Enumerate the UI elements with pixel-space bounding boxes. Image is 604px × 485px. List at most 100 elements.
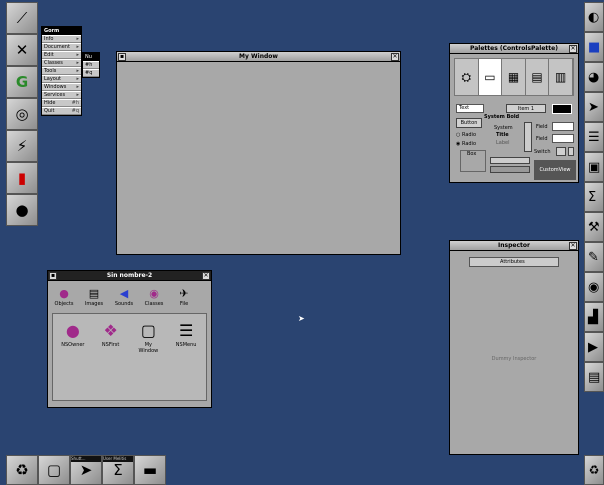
rocket-app-icon[interactable]: Shutt... ➤ bbox=[70, 455, 102, 485]
close-icon[interactable]: ✕ bbox=[569, 45, 577, 53]
terminal-app-icon[interactable]: ▬ bbox=[134, 455, 166, 485]
web-dock-icon[interactable]: ◕ bbox=[584, 62, 604, 92]
menu-item-windows[interactable]: Windows ▸ bbox=[42, 83, 81, 91]
pen-dock-icon[interactable]: ✎ bbox=[584, 242, 604, 272]
tab-sounds[interactable]: ◀ Sounds bbox=[112, 287, 136, 307]
my-window-titlebar[interactable]: ▪ My Window ✕ bbox=[117, 52, 400, 62]
window-dock-icon[interactable]: ■ bbox=[584, 32, 604, 62]
plug-dock-icon[interactable]: ⚡ bbox=[6, 130, 38, 162]
submenu-item[interactable]: #q bbox=[83, 69, 99, 77]
text-field-sample[interactable]: Text bbox=[456, 104, 484, 113]
menu-item-edit[interactable]: Edit ▸ bbox=[42, 51, 81, 59]
document-titlebar[interactable]: ▪ Sin nombre-2 ✕ bbox=[48, 271, 211, 281]
miniaturize-icon[interactable]: ▪ bbox=[118, 53, 126, 61]
submenu-item[interactable]: #h bbox=[83, 61, 99, 69]
title-label: Title bbox=[496, 132, 509, 138]
radio-sample-1[interactable]: ○ Radio bbox=[456, 132, 476, 138]
window-title: Sin nombre-2 bbox=[106, 272, 153, 279]
menu-item-label: Windows bbox=[44, 84, 67, 90]
popup-label: Attributes bbox=[500, 259, 525, 265]
user-dock-icon[interactable]: ◐ bbox=[584, 2, 604, 32]
menu-item-label: Edit bbox=[44, 52, 54, 58]
object-item-nsowner[interactable]: ● NSOwner bbox=[59, 320, 87, 394]
tools-dock-icon-2[interactable]: ⚒ bbox=[584, 212, 604, 242]
miniaturize-icon[interactable]: ▪ bbox=[49, 272, 57, 280]
player-dock-icon[interactable]: ▶ bbox=[584, 332, 604, 362]
tab-label: File bbox=[179, 301, 189, 307]
radio-label: Radio bbox=[461, 132, 477, 138]
my-window[interactable]: ▪ My Window ✕ bbox=[116, 51, 401, 255]
field-sample-2[interactable] bbox=[552, 134, 574, 143]
submenu-arrow-icon: ▸ bbox=[76, 36, 79, 42]
cd-dock-icon[interactable]: ◎ bbox=[6, 98, 38, 130]
menu-item-layout[interactable]: Layout ▸ bbox=[42, 75, 81, 83]
gorm-dock-icon[interactable]: ✕ bbox=[6, 34, 38, 66]
file-viewer-icon[interactable]: ▢ bbox=[38, 455, 70, 485]
stepper-sample[interactable] bbox=[568, 147, 574, 156]
color-well-sample[interactable] bbox=[552, 104, 572, 114]
document-window[interactable]: ▪ Sin nombre-2 ✕ ● Objects ▤ Images ◀ Sound… bbox=[47, 270, 212, 408]
containers-palette-icon[interactable]: ▥ bbox=[549, 59, 573, 95]
menu-item-classes[interactable]: Classes ▸ bbox=[42, 59, 81, 67]
recycler-right-icon[interactable]: ♻ bbox=[584, 455, 604, 485]
document-tabs: ● Objects ▤ Images ◀ Sounds ◉ Classes ✈ File bbox=[48, 281, 211, 309]
owner-icon: ● bbox=[65, 321, 80, 340]
menu-title: Gorm bbox=[42, 27, 81, 35]
tab-images[interactable]: ▤ Images bbox=[82, 287, 106, 307]
tab-classes[interactable]: ◉ Classes bbox=[142, 287, 166, 307]
sigma-app-icon[interactable]: User Melitis Σ bbox=[102, 455, 134, 485]
browser-palette-icon[interactable]: ▦ bbox=[502, 59, 526, 95]
window-icon: ▢ bbox=[140, 321, 156, 340]
tab-file[interactable]: ✈ File bbox=[172, 287, 196, 307]
shortcut-label: #h bbox=[71, 100, 79, 106]
object-item-nsfirst[interactable]: ❖ NSFirst bbox=[97, 320, 125, 394]
inspector-mode-popup[interactable]: Attributes bbox=[469, 257, 559, 267]
chart-dock-icon[interactable]: ▟ bbox=[584, 302, 604, 332]
menu-item-services[interactable]: Services ▸ bbox=[42, 91, 81, 99]
menus-palette-icon[interactable]: ⛭ bbox=[455, 59, 479, 95]
menu-item-quit[interactable]: Quit #q bbox=[42, 107, 81, 115]
radio-sample-2[interactable]: ◉ Radio bbox=[456, 141, 476, 147]
system-bold-label: System Bold bbox=[484, 114, 520, 120]
window-title: My Window bbox=[239, 53, 278, 60]
close-icon[interactable]: ✕ bbox=[569, 242, 577, 250]
box-sample[interactable]: Box bbox=[460, 150, 486, 172]
close-icon[interactable]: ✕ bbox=[391, 53, 399, 61]
menu-item-label: Quit bbox=[44, 108, 55, 114]
g-app-dock-icon[interactable]: G bbox=[6, 66, 38, 98]
field-sample-1[interactable] bbox=[552, 122, 574, 131]
tab-objects[interactable]: ● Objects bbox=[52, 287, 76, 307]
submenu-arrow-icon: ▸ bbox=[76, 60, 79, 66]
audio-dock-icon[interactable]: ◉ bbox=[584, 272, 604, 302]
object-item-nsmenu[interactable]: ☰ NSMenu bbox=[172, 320, 200, 394]
inspector-window[interactable]: Inspector ✕ Attributes Dummy Inspector bbox=[449, 240, 579, 455]
arrow-dock-icon[interactable]: ➤ bbox=[584, 92, 604, 122]
slider-horizontal-sample[interactable] bbox=[490, 157, 530, 164]
inspector-titlebar[interactable]: Inspector ✕ bbox=[450, 241, 578, 251]
battery-dock-icon[interactable]: ▮ bbox=[6, 162, 38, 194]
palettes-titlebar[interactable]: Palettes (ControlsPalette) ✕ bbox=[450, 44, 578, 54]
object-item-my-window[interactable]: ▢ My Window bbox=[135, 320, 163, 394]
tools-dock-icon[interactable]: ⟋ bbox=[6, 2, 38, 34]
left-dock: ⟋ ✕ G ◎ ⚡ ▮ ● bbox=[6, 2, 38, 226]
recycler-icon[interactable]: ♻ bbox=[6, 455, 38, 485]
switch-sample[interactable] bbox=[556, 147, 566, 156]
close-icon[interactable]: ✕ bbox=[202, 272, 210, 280]
slider-vertical-sample[interactable] bbox=[524, 122, 532, 152]
sigma-dock-icon[interactable]: Σ bbox=[584, 182, 604, 212]
settings-dock-icon[interactable]: ● bbox=[6, 194, 38, 226]
list-dock-icon[interactable]: ☰ bbox=[584, 122, 604, 152]
custom-view-sample[interactable]: CustomView bbox=[534, 160, 576, 180]
palettes-window[interactable]: Palettes (ControlsPalette) ✕ ⛭ ▭ ▦ ▤ ▥ T… bbox=[449, 43, 579, 183]
menu-item-label: Classes bbox=[44, 60, 63, 66]
menu-item-info[interactable]: Info ▸ bbox=[42, 35, 81, 43]
menu-item-tools[interactable]: Tools ▸ bbox=[42, 67, 81, 75]
button-sample[interactable]: Button bbox=[456, 118, 482, 128]
menu-item-hide[interactable]: Hide #h bbox=[42, 99, 81, 107]
folder-dock-icon[interactable]: ▤ bbox=[584, 362, 604, 392]
box-dock-icon[interactable]: ▣ bbox=[584, 152, 604, 182]
popup-button-sample[interactable]: Item 1 bbox=[506, 104, 546, 113]
menu-item-document[interactable]: Document ▸ bbox=[42, 43, 81, 51]
controls-palette-icon[interactable]: ▭ bbox=[478, 59, 503, 95]
data-palette-icon[interactable]: ▤ bbox=[526, 59, 550, 95]
